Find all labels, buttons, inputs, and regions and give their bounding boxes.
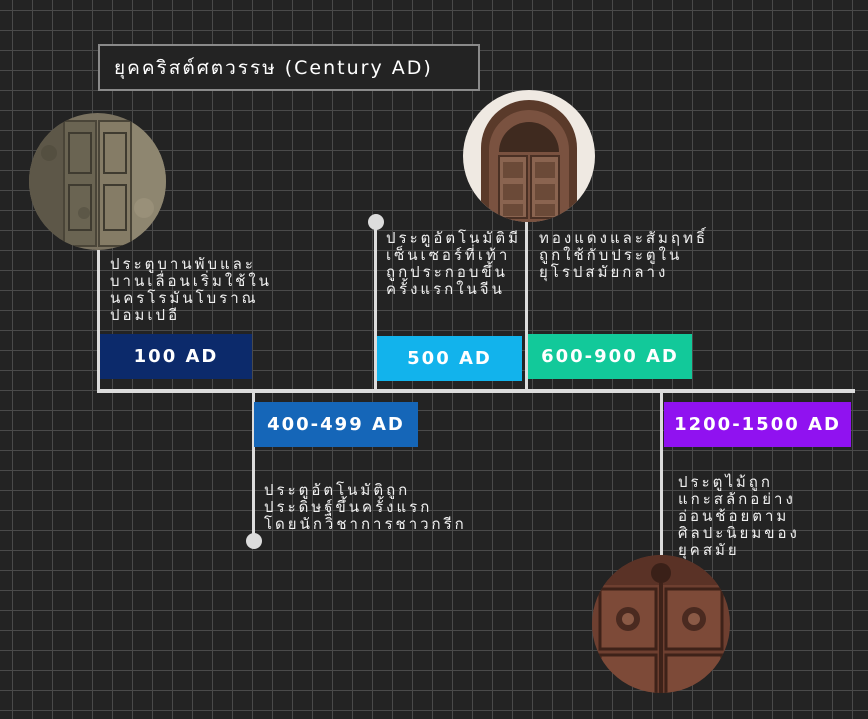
wooden-door-photo [592,555,730,693]
label-500ad: 500 AD [377,336,522,381]
desc-400ad: ประตูอัตโนมัติถูก ประดิษฐ์ขึ้นครั้งแรก โ… [264,481,467,533]
desc-500ad: ประตูอัตโนมัติมี เซ็นเซอร์ที่เท้า ถูกประ… [386,229,521,298]
desc-1200ad: ประตูไม้ถูก แกะสลักอย่าง อ่อนช้อยตาม ศิล… [678,473,800,559]
label-400ad: 400-499 AD [254,402,418,447]
dot-400ad [246,533,262,549]
bronze-door-image [463,90,595,222]
wooden-door-image [592,555,730,693]
timeline-title: ยุคคริสต์ศตวรรษ (Century AD) [98,44,480,91]
dot-500ad [368,214,384,230]
label-600ad: 600-900 AD [528,334,692,379]
stone-door-image [29,113,166,250]
label-1200ad: 1200-1500 AD [664,402,851,447]
stone-door-photo [29,113,166,250]
desc-600ad: ทองแดงและสัมฤทธิ์ ถูกใช้กับประตูใน ยุโรป… [539,229,709,281]
bronze-door-photo [463,90,595,222]
desc-100ad: ประตูบานพับและ บานเลื่อนเริ่มใช้ใน นครโร… [110,255,272,324]
label-100ad: 100 AD [100,334,252,379]
timeline-axis [97,389,855,393]
connector-1200ad [660,392,663,562]
